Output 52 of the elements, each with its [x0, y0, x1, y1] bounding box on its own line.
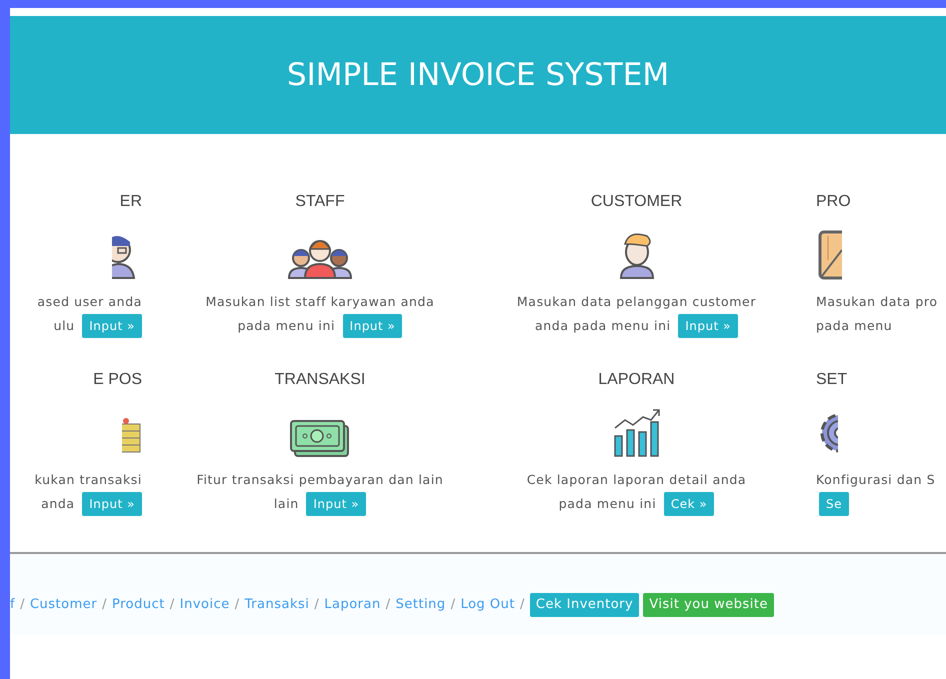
module-title: SET — [816, 370, 848, 390]
input-button[interactable]: Input » — [306, 492, 366, 516]
breadcrumb-separator: / — [20, 596, 25, 614]
module-title: TRANSAKSI — [274, 370, 366, 390]
breadcrumb-separator: / — [102, 596, 108, 614]
breadcrumb-link[interactable]: Log Out — [460, 595, 515, 615]
input-button[interactable]: Input » — [82, 492, 142, 516]
input-button[interactable]: Input » — [678, 314, 738, 338]
module-description: anda — [41, 496, 75, 511]
input-button[interactable]: Input » — [342, 314, 402, 338]
breadcrumb-separator: / — [314, 596, 320, 614]
breadcrumb-link[interactable]: f — [10, 595, 16, 615]
module-description: pada menu ini — [238, 318, 336, 333]
input-button[interactable]: Input » — [82, 314, 142, 338]
module-description: Konfigurasi dan S — [816, 472, 936, 487]
breadcrumb-separator: / — [520, 596, 525, 614]
breadcrumb-link[interactable]: Setting — [396, 595, 446, 615]
module-title: E POS — [93, 370, 142, 390]
module-description: Cek laporan laporan detail anda — [526, 472, 746, 487]
module-description: ulu — [54, 318, 75, 333]
breadcrumb-link[interactable]: Invoice — [180, 595, 230, 615]
badge-link[interactable]: Visit you website — [643, 593, 774, 617]
module-description: Fitur transaksi pembayaran dan lain — [196, 472, 444, 487]
page-title: SIMPLE INVOICE SYSTEM — [286, 56, 670, 95]
input-button[interactable]: Se — [819, 492, 849, 516]
module-description: Masukan data pelanggan customer — [516, 294, 756, 309]
module-description: pada menu ini — [558, 496, 656, 511]
breadcrumb-link[interactable]: Customer — [30, 595, 98, 615]
module-description: Masukan list staff karyawan anda — [206, 294, 434, 309]
module-title: ER — [120, 192, 142, 212]
breadcrumb-link[interactable]: Transaksi — [244, 595, 310, 615]
module-description: kukan transaksi — [34, 472, 142, 487]
breadcrumb-link[interactable]: Product — [112, 595, 165, 615]
input-button[interactable]: Cek » — [664, 492, 714, 516]
breadcrumb-separator: / — [386, 596, 391, 614]
breadcrumb-link[interactable]: Laporan — [324, 595, 381, 615]
bar-chart-icon — [612, 408, 660, 458]
module-description: pada menu — [816, 318, 892, 333]
module-description: Masukan data pro — [816, 294, 938, 309]
breadcrumb-separator: / — [234, 596, 240, 614]
breadcrumb-separator: / — [170, 596, 175, 614]
module-description: ased user anda — [37, 294, 142, 309]
crate-icon — [816, 230, 842, 280]
module-title: STAFF — [295, 192, 345, 212]
banknote-icon — [290, 420, 350, 458]
badge-link[interactable]: Cek Inventory — [530, 593, 640, 617]
module-title: PRO — [816, 192, 851, 212]
module-title: LAPORAN — [598, 370, 675, 390]
module-description: anda pada menu ini — [535, 318, 671, 333]
module-title: CUSTOMER — [590, 192, 682, 212]
module-description: lain — [274, 496, 299, 511]
breadcrumb-separator: / — [450, 596, 456, 614]
